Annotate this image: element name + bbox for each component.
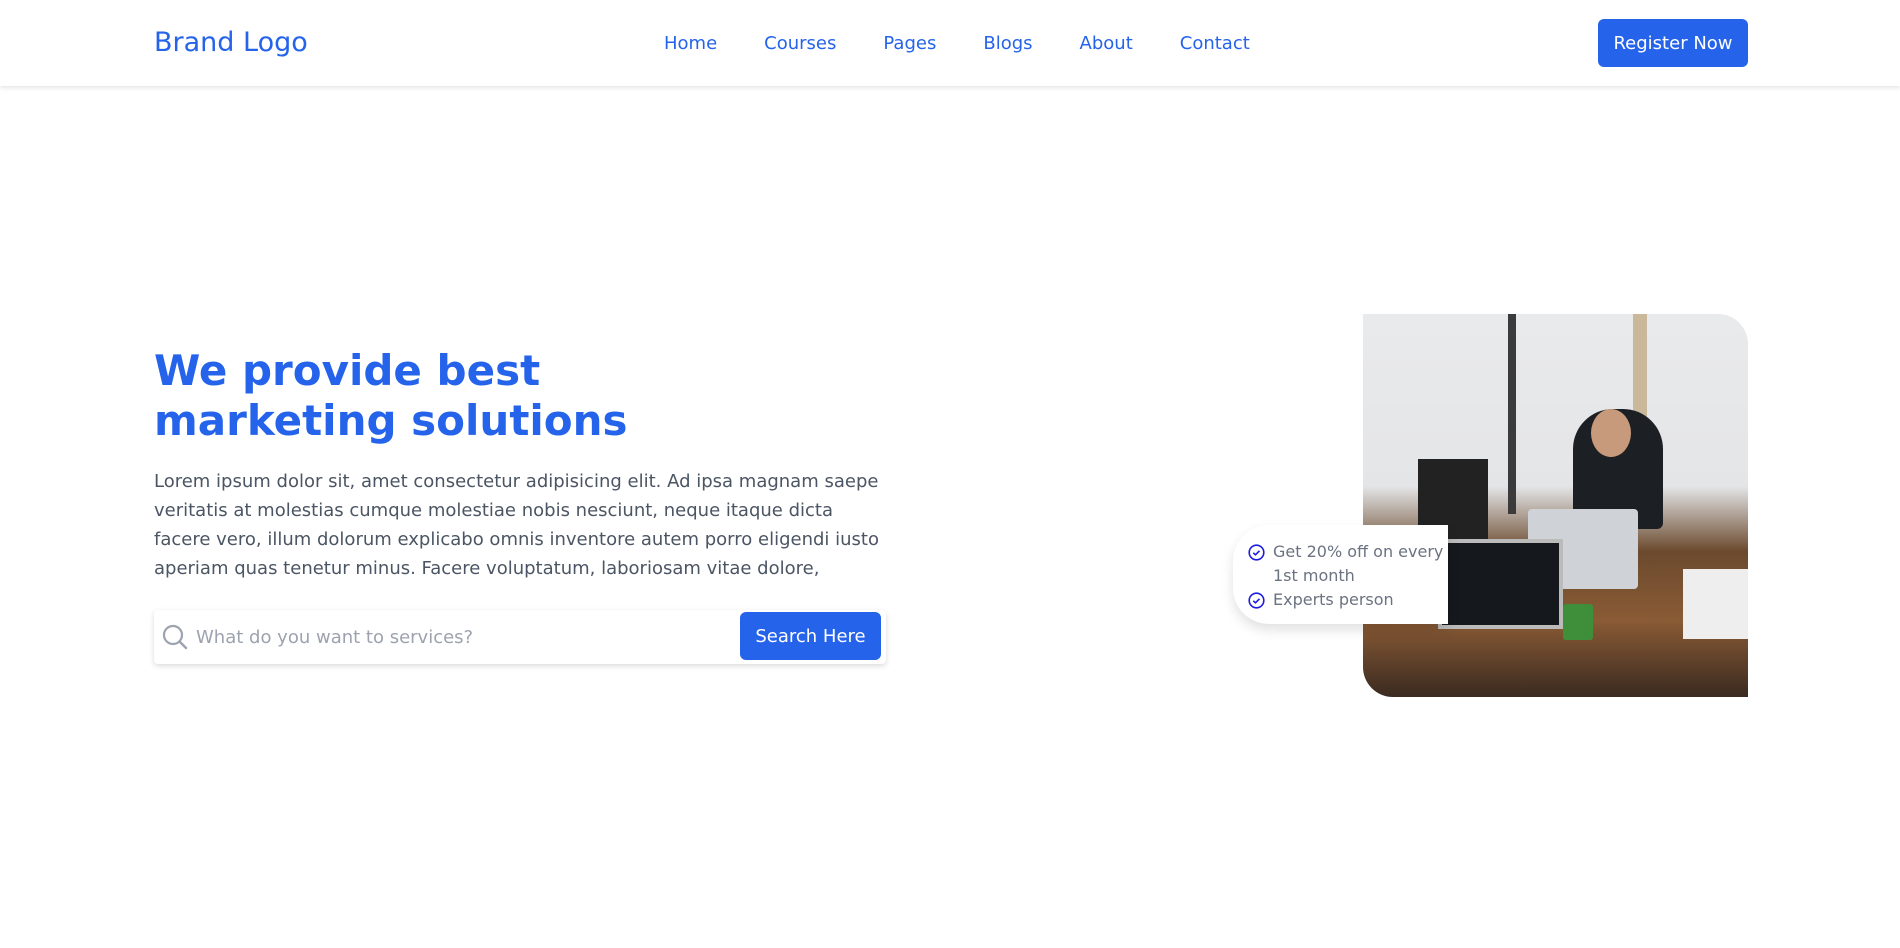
check-circle-icon xyxy=(1248,592,1265,609)
nav-courses[interactable]: Courses xyxy=(764,33,836,54)
hero-description: Lorem ipsum dolor sit, amet consectetur … xyxy=(154,471,879,579)
brand-logo[interactable]: Brand Logo xyxy=(154,27,308,58)
badge-item: Experts person xyxy=(1248,588,1448,612)
search-icon xyxy=(162,624,188,650)
nav-links: Home Courses Pages Blogs About Contact xyxy=(664,33,1297,54)
nav-blogs[interactable]: Blogs xyxy=(983,33,1032,54)
navbar: Brand Logo Home Courses Pages Blogs Abou… xyxy=(0,0,1900,86)
nav-about[interactable]: About xyxy=(1080,33,1133,54)
check-circle-icon xyxy=(1248,544,1265,561)
search-input[interactable] xyxy=(196,620,716,654)
hero-title: We provide best marketing solutions xyxy=(154,346,628,445)
badge-item: Get 20% off on every 1st month xyxy=(1248,540,1448,588)
nav-home[interactable]: Home xyxy=(664,33,717,54)
nav-contact[interactable]: Contact xyxy=(1180,33,1250,54)
search-button[interactable]: Search Here xyxy=(740,612,881,660)
hero-image xyxy=(1363,314,1748,697)
offer-badge: Get 20% off on every 1st month Experts p… xyxy=(1233,525,1448,624)
nav-pages[interactable]: Pages xyxy=(883,33,936,54)
search-bar: Search Here xyxy=(154,610,886,664)
register-button[interactable]: Register Now xyxy=(1598,19,1748,67)
